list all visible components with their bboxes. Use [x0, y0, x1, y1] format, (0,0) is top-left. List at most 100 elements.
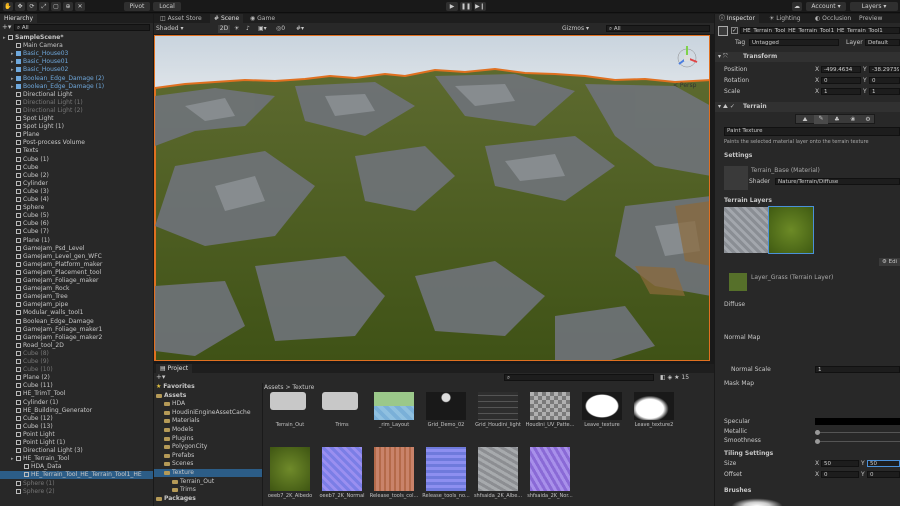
project-tree-item[interactable]: PolygonCity [154, 443, 262, 451]
project-tree-item[interactable]: Models [154, 426, 262, 434]
project-tree-item[interactable]: Materials [154, 417, 262, 425]
hierarchy-item[interactable]: Directional Light (2) [0, 107, 153, 115]
offset-x-field[interactable]: 0 [821, 471, 859, 478]
tag-dropdown[interactable]: Untagged [749, 39, 839, 46]
asset-label[interactable]: Leave_texture2 [628, 422, 680, 428]
rect-tool-icon[interactable]: ▢ [51, 2, 61, 11]
gizmos-dropdown[interactable]: Gizmos ▾ [562, 25, 602, 33]
hierarchy-item[interactable]: ▸ Basic_House01 [0, 58, 153, 66]
hierarchy-item[interactable]: Cube (4) [0, 196, 153, 204]
effects-toggle-icon[interactable]: ▣▾ [258, 25, 270, 33]
texture-thumbnail[interactable] [374, 392, 414, 420]
add-icon[interactable]: +▾ [2, 24, 11, 31]
cloud-icon[interactable]: ☁ [792, 2, 802, 11]
pause-button[interactable]: ❚❚ [460, 2, 472, 11]
hierarchy-item[interactable]: GameJam_Foliage_maker2 [0, 334, 153, 342]
hierarchy-item[interactable]: Cube [0, 164, 153, 172]
hierarchy-item[interactable]: Road_tool_2D [0, 342, 153, 350]
hierarchy-item[interactable]: Cube (1) [0, 156, 153, 164]
hierarchy-item[interactable]: Sphere (1) [0, 480, 153, 488]
texture-thumbnail[interactable] [530, 392, 570, 420]
project-tree-item[interactable]: Terrain_Out [154, 478, 262, 486]
project-tree-item[interactable]: HDA [154, 400, 262, 408]
raise-terrain-icon[interactable]: ⛰ [798, 116, 812, 123]
layer-dropdown[interactable]: Default [865, 39, 900, 46]
hierarchy-item[interactable]: Cube (13) [0, 423, 153, 431]
hierarchy-item[interactable]: ▸ Boolean_Edge_Damage (2) [0, 75, 153, 83]
asset-label[interactable]: _rim_Layout [368, 422, 420, 428]
asset-label[interactable]: Release_tools_no... [420, 493, 472, 499]
hand-tool-icon[interactable]: ✋ [3, 2, 13, 11]
hierarchy-item[interactable]: Cube (2) [0, 172, 153, 180]
texture-thumbnail[interactable] [478, 392, 518, 420]
detail-icon[interactable]: ❀ [846, 116, 860, 123]
breadcrumb-texture[interactable]: Texture [292, 384, 314, 391]
hierarchy-item[interactable]: Texts [0, 147, 153, 155]
asset-label[interactable]: Terrain_Out [264, 422, 316, 428]
hierarchy-item[interactable]: GameJam_Level_gen_WFC [0, 253, 153, 261]
hierarchy-item[interactable]: GameJam_Platform_maker [0, 261, 153, 269]
breadcrumb-assets[interactable]: Assets [264, 384, 284, 391]
metallic-slider[interactable] [817, 432, 900, 433]
persp-label[interactable]: < Persp [673, 82, 707, 89]
asset-label[interactable]: shfsaida_2K_Nor... [524, 493, 576, 499]
hierarchy-item[interactable]: ▸ HE_Terrain_Tool [0, 455, 153, 463]
shading-dropdown[interactable]: Shaded ▾ [156, 25, 214, 33]
hierarchy-item[interactable]: HE_Terrain_Tool_HE_Terrain_Tool1_HE [0, 471, 153, 480]
hierarchy-item[interactable]: Cylinder (1) [0, 399, 153, 407]
project-tree-item[interactable]: Prefabs [154, 452, 262, 460]
audio-toggle-icon[interactable]: ♪ [246, 25, 254, 33]
hierarchy-item[interactable]: HE_TrimT_Tool [0, 390, 153, 398]
project-tree-item[interactable]: Scenes [154, 460, 262, 468]
scale-y-field[interactable]: 1 [869, 88, 900, 95]
hidden-objects-icon[interactable]: ◎0 [276, 25, 292, 33]
hierarchy-item[interactable]: Plane (1) [0, 237, 153, 245]
scene-search-input[interactable]: ⌕ All [606, 25, 710, 32]
offset-y-field[interactable]: 0 [867, 471, 900, 478]
tab-preview[interactable]: Preview [855, 14, 886, 23]
project-tree-item[interactable]: Assets [154, 392, 262, 400]
hierarchy-item[interactable]: Cube (3) [0, 188, 153, 196]
shader-dropdown[interactable]: Nature/Terrain/Diffuse [775, 178, 900, 185]
hierarchy-item[interactable]: Plane [0, 131, 153, 139]
active-checkbox[interactable]: ✓ [731, 27, 738, 34]
texture-thumbnail[interactable] [374, 447, 414, 491]
hierarchy-item[interactable]: ▸ Boolean_Edge_Damage (1) [0, 83, 153, 91]
hierarchy-item[interactable]: Modular_walls_tool1 [0, 309, 153, 317]
hierarchy-item[interactable]: Cube (12) [0, 415, 153, 423]
hierarchy-item[interactable]: GameJam_Rock [0, 285, 153, 293]
hierarchy-item[interactable]: GameJam_Placement_tool [0, 269, 153, 277]
normal-scale-field[interactable]: 1 [815, 366, 900, 373]
hierarchy-item[interactable]: ▸ Basic_House03 [0, 50, 153, 58]
tab-asset-store[interactable]: ◫ Asset Store [156, 14, 206, 23]
hierarchy-item[interactable]: HE_Building_Generator [0, 407, 153, 415]
project-tree-item[interactable]: HoudiniEngineAssetCache [154, 409, 262, 417]
texture-thumbnail[interactable] [426, 392, 466, 420]
step-button[interactable]: ▶❙ [474, 2, 486, 11]
size-y-field[interactable]: 50 [867, 460, 900, 467]
texture-thumbnail[interactable] [582, 392, 622, 420]
hierarchy-item[interactable]: GameJam_Psd_Level [0, 245, 153, 253]
asset-label[interactable]: Leave_texture [576, 422, 628, 428]
asset-label[interactable]: Grid_Houdini_light [472, 422, 524, 428]
hierarchy-item[interactable]: Point Light [0, 431, 153, 439]
account-dropdown[interactable]: Account ▾ [806, 2, 846, 11]
size-x-field[interactable]: 50 [821, 460, 859, 467]
scale-tool-icon[interactable]: ⤢ [39, 2, 49, 11]
tab-project[interactable]: ▤ Project [156, 364, 193, 373]
hierarchy-item[interactable]: Cube (7) [0, 228, 153, 236]
asset-label[interactable]: oeeb7_2K_Albedo [264, 493, 316, 499]
terrain-settings-icon[interactable]: ⚙ [862, 116, 874, 123]
hierarchy-item[interactable]: Cylinder [0, 180, 153, 188]
hierarchy-item[interactable]: Directional Light [0, 91, 153, 99]
scale-x-field[interactable]: 1 [821, 88, 861, 95]
edit-layers-button[interactable]: ⚙ Edi [879, 258, 900, 266]
hierarchy-item[interactable]: ▸ SampleScene* [0, 34, 153, 42]
scene-viewport[interactable]: < Persp [154, 35, 710, 361]
layer-grass-thumb[interactable] [768, 206, 814, 254]
hierarchy-item[interactable]: Point Light (1) [0, 439, 153, 447]
tab-inspector[interactable]: ⓘ Inspector [715, 14, 759, 23]
object-name-field[interactable]: HE_Terrain_Tool_HE_Terrain_Tool1_HE_Terr… [740, 27, 900, 34]
paint-brush-icon[interactable]: ✎ [814, 115, 828, 124]
position-y-field[interactable]: -38.297395 [869, 66, 900, 73]
